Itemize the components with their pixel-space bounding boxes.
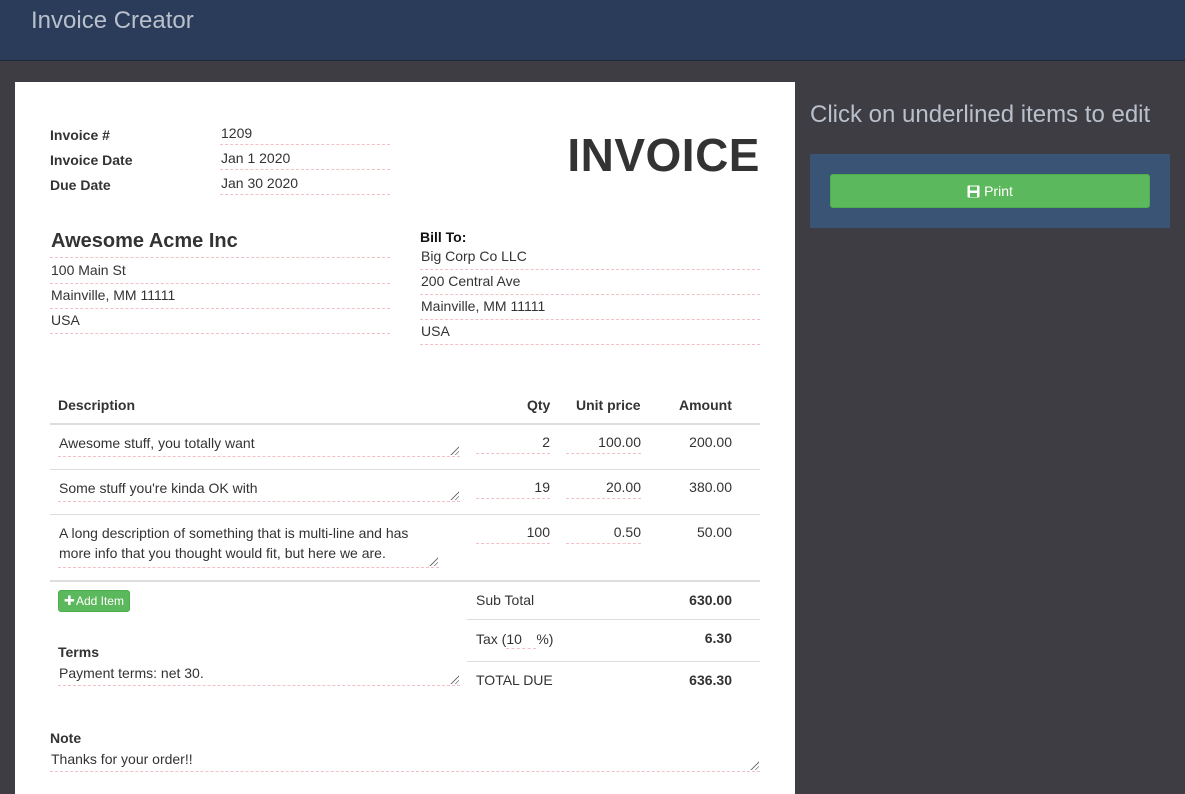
print-button[interactable]: Print <box>830 174 1150 208</box>
add-item-label: Add Item <box>75 594 124 608</box>
tax-label-prefix: Tax ( <box>476 631 507 647</box>
invoice-date-field[interactable]: Jan 1 2020 <box>220 150 390 170</box>
resize-handle-icon[interactable] <box>449 490 459 500</box>
row-divider <box>50 469 760 470</box>
due-date-field[interactable]: Jan 30 2020 <box>220 175 390 195</box>
item-description-field[interactable]: Some stuff you're kinda OK with <box>58 478 460 502</box>
item-description-field[interactable]: A long description of something that is … <box>58 523 439 568</box>
total-due-value: 636.30 <box>689 672 732 688</box>
plus-icon: ✚ <box>64 593 75 608</box>
tax-value: 6.30 <box>704 630 732 646</box>
company-name-field[interactable]: Awesome Acme Inc <box>50 230 390 258</box>
column-header-unit-price: Unit price <box>576 397 641 413</box>
due-date-label: Due Date <box>50 177 111 193</box>
totals-divider <box>467 619 760 620</box>
row-divider <box>50 514 760 515</box>
bill-to-line-1[interactable]: Big Corp Co LLC <box>420 245 760 270</box>
item-unit-price-field[interactable]: 0.50 <box>566 522 641 544</box>
company-address-line-1[interactable]: 100 Main St <box>50 259 390 284</box>
print-icon <box>967 185 980 198</box>
item-amount: 50.00 <box>696 524 732 540</box>
note-field[interactable]: Thanks for your order!! <box>50 749 760 772</box>
column-header-amount: Amount <box>679 397 732 413</box>
add-item-button[interactable]: ✚ Add Item <box>58 590 130 612</box>
tax-label-suffix: %) <box>536 631 554 647</box>
app-title: Invoice Creator <box>31 7 194 34</box>
app-header: Invoice Creator <box>0 0 1185 61</box>
invoice-number-label: Invoice # <box>50 127 110 143</box>
item-unit-price-field[interactable]: 20.00 <box>566 477 641 499</box>
item-amount: 380.00 <box>689 479 732 495</box>
total-due-label: TOTAL DUE <box>476 672 553 688</box>
item-description-text: Some stuff you're kinda OK with <box>59 480 258 496</box>
terms-text: Payment terms: net 30. <box>59 665 204 681</box>
resize-handle-icon[interactable] <box>449 674 459 684</box>
invoice-heading: INVOICE <box>567 129 760 181</box>
item-unit-price-field[interactable]: 100.00 <box>566 432 641 454</box>
item-qty-field[interactable]: 19 <box>476 477 550 499</box>
tax-label: Tax (10%) <box>476 631 553 649</box>
bill-to-line-3[interactable]: Mainville, MM 11111 <box>420 295 760 320</box>
print-label: Print <box>984 183 1013 199</box>
column-header-qty: Qty <box>527 397 551 413</box>
tax-rate-field[interactable]: 10 <box>506 631 537 649</box>
edit-hint: Click on underlined items to edit <box>810 101 1151 128</box>
resize-handle-icon[interactable] <box>428 556 438 566</box>
column-header-description: Description <box>58 397 136 413</box>
resize-handle-icon[interactable] <box>449 445 459 455</box>
item-description-text: Awesome stuff, you totally want <box>59 435 255 451</box>
actions-panel: Print <box>810 154 1170 228</box>
terms-label: Terms <box>58 644 99 660</box>
bill-to-line-2[interactable]: 200 Central Ave <box>420 270 760 295</box>
terms-field[interactable]: Payment terms: net 30. <box>58 663 460 686</box>
table-header-divider <box>50 423 760 425</box>
company-address-line-2[interactable]: Mainville, MM 11111 <box>50 284 390 309</box>
note-label: Note <box>50 730 82 746</box>
invoice-date-label: Invoice Date <box>50 152 133 168</box>
table-footer-divider <box>50 580 760 582</box>
invoice-paper: Invoice # 1209 Invoice Date Jan 1 2020 D… <box>15 82 795 794</box>
item-qty-field[interactable]: 100 <box>476 522 550 544</box>
item-description-text: A long description of something that is … <box>59 525 409 561</box>
bill-to-heading: Bill To: <box>420 229 467 245</box>
item-qty-field[interactable]: 2 <box>476 432 550 454</box>
totals-divider <box>467 661 760 662</box>
subtotal-label: Sub Total <box>476 592 535 608</box>
company-address-line-3[interactable]: USA <box>50 309 390 334</box>
subtotal-value: 630.00 <box>689 592 732 608</box>
note-text: Thanks for your order!! <box>51 751 193 767</box>
invoice-number-field[interactable]: 1209 <box>220 125 390 145</box>
item-description-field[interactable]: Awesome stuff, you totally want <box>58 433 460 457</box>
item-amount: 200.00 <box>689 434 732 450</box>
bill-to-line-4[interactable]: USA <box>420 320 760 345</box>
resize-handle-icon[interactable] <box>749 760 759 770</box>
